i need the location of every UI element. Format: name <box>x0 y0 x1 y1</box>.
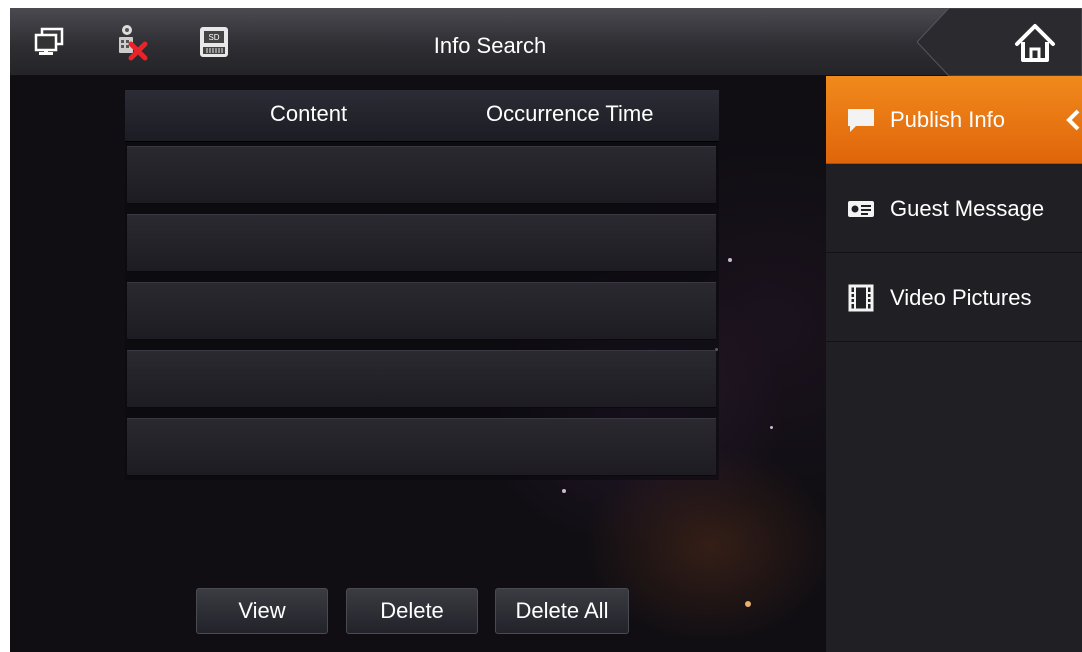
background-star <box>745 601 751 607</box>
sidebar-item-guest-message[interactable]: Guest Message <box>826 165 1082 253</box>
background-star <box>728 258 732 262</box>
sd-card-icon[interactable]: SD <box>194 22 234 62</box>
chevron-left-icon <box>1066 109 1080 131</box>
home-icon <box>1015 24 1055 62</box>
sidebar: Publish Info Guest Message Video Picture… <box>826 76 1082 652</box>
monitor-icon[interactable] <box>30 22 70 62</box>
sidebar-item-label: Video Pictures <box>890 285 1032 310</box>
delete-all-button[interactable]: Delete All <box>495 588 629 634</box>
screen: SD Info Search Content Occurrence Time V… <box>10 8 1082 652</box>
view-button[interactable]: View <box>196 588 328 634</box>
sidebar-item-label: Guest Message <box>890 196 1045 221</box>
svg-text:SD: SD <box>208 33 219 42</box>
background-star <box>770 426 773 429</box>
column-header-content: Content <box>270 101 348 126</box>
table-row[interactable] <box>127 214 716 272</box>
background-star <box>562 489 566 493</box>
content-area: Content Occurrence Time View Delete Dele… <box>10 76 826 652</box>
home-button[interactable] <box>917 8 1082 76</box>
column-header-occurrence-time: Occurrence Time <box>486 101 654 126</box>
speech-bubble-icon <box>848 109 874 132</box>
sidebar-item-video-pictures[interactable]: Video Pictures <box>826 254 1082 342</box>
list-header: Content Occurrence Time <box>125 90 719 142</box>
page-title: Info Search <box>433 33 547 58</box>
delete-button[interactable]: Delete <box>346 588 478 634</box>
camera-disconnected-icon[interactable] <box>110 22 150 62</box>
message-card-icon <box>848 201 874 217</box>
table-row[interactable] <box>127 146 716 204</box>
table-row[interactable] <box>127 282 716 340</box>
sidebar-item-label: Publish Info <box>890 107 1005 132</box>
top-bar: SD Info Search <box>10 8 1082 76</box>
table-row[interactable] <box>127 350 716 408</box>
sidebar-item-publish-info[interactable]: Publish Info <box>826 76 1082 164</box>
film-icon <box>848 284 874 312</box>
info-list: Content Occurrence Time <box>125 90 719 480</box>
table-row[interactable] <box>127 418 716 476</box>
